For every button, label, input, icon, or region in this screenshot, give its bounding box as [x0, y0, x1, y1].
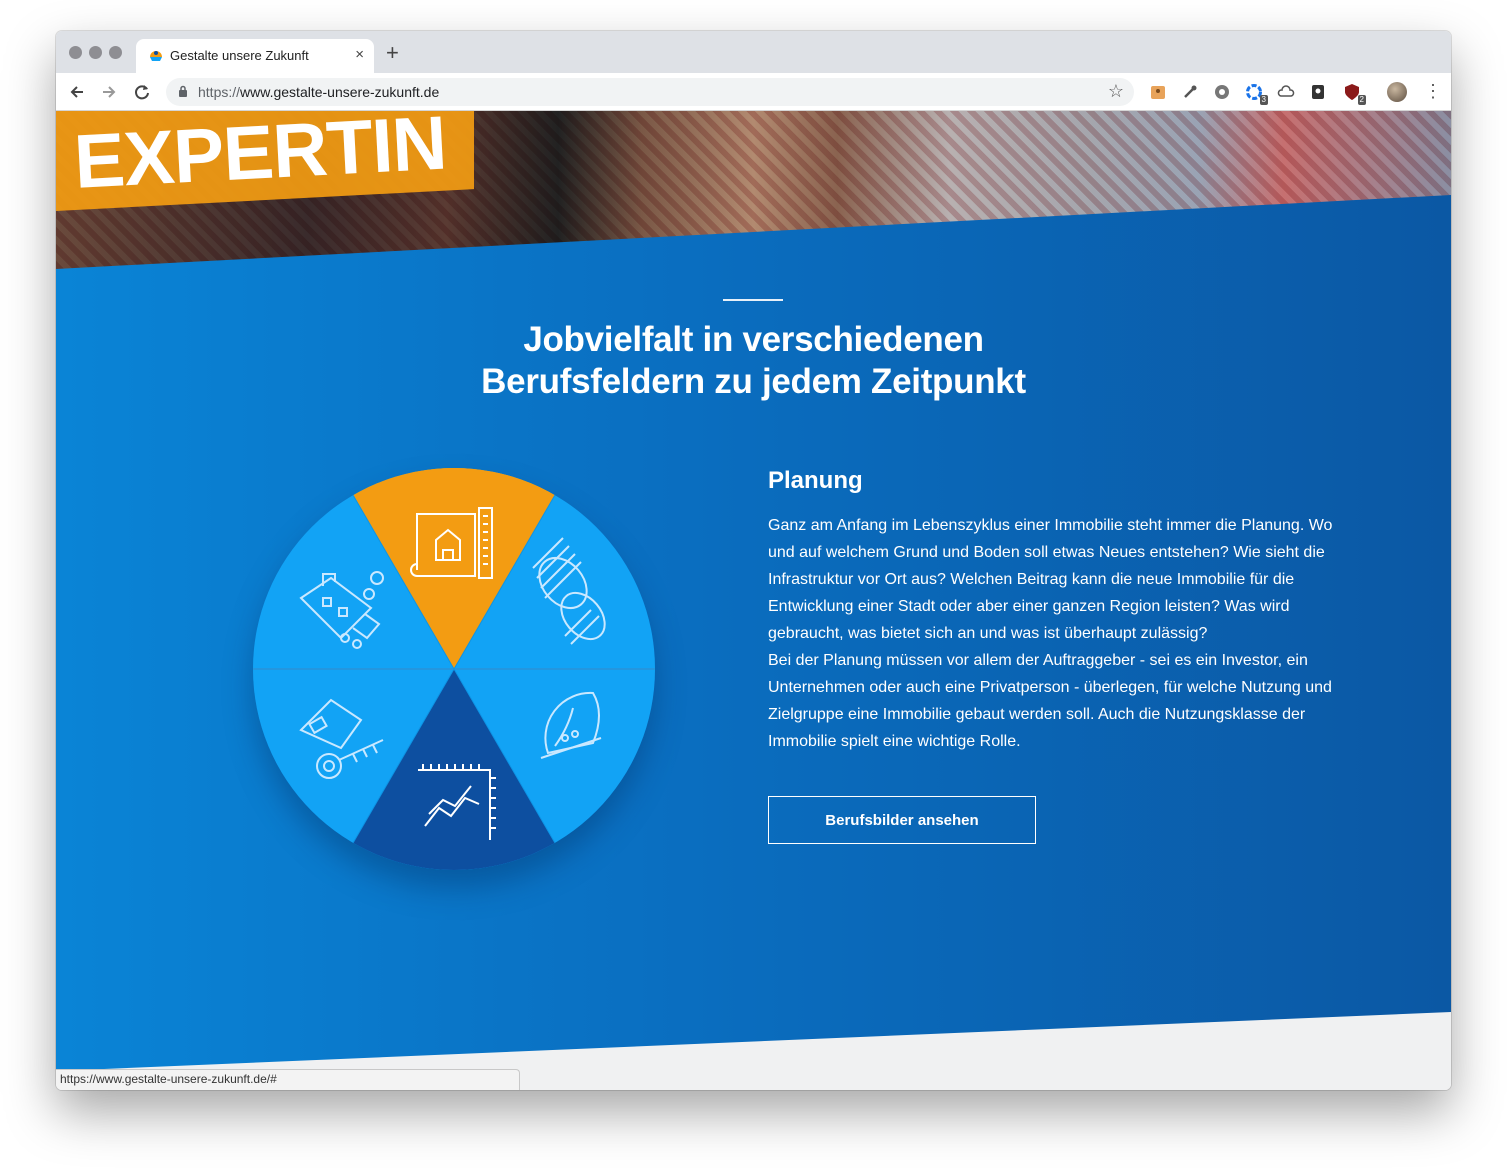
arrow-left-icon	[70, 86, 83, 98]
back-button[interactable]	[66, 81, 88, 103]
status-bar-url: https://www.gestalte-unsere-zukunft.de/#	[56, 1069, 520, 1090]
url-text: https://www.gestalte-unsere-zukunft.de	[198, 84, 439, 100]
extension-puzzle-icon[interactable]	[1148, 82, 1168, 102]
section-headline-line1: Jobvielfalt in verschiedenen	[523, 320, 984, 359]
site-favicon-icon	[150, 51, 162, 61]
new-tab-button[interactable]: +	[386, 42, 399, 64]
tab-strip: Gestalte unsere Zukunft × +	[56, 31, 1451, 73]
berufsbilder-button[interactable]: Berufsbilder ansehen	[768, 796, 1036, 844]
description-paragraph2: Bei der Planung müssen vor allem der Auf…	[768, 652, 1332, 750]
browser-toolbar: https://www.gestalte-unsere-zukunft.de ☆…	[56, 73, 1451, 111]
password-manager-icon[interactable]	[1308, 82, 1328, 102]
forward-button[interactable]	[98, 81, 120, 103]
tab-close-icon[interactable]: ×	[355, 46, 364, 63]
maximize-window-button[interactable]	[109, 46, 122, 59]
tab-title: Gestalte unsere Zukunft	[170, 48, 309, 63]
browser-window: Gestalte unsere Zukunft × + https://www.…	[56, 31, 1451, 1090]
settings-gear-icon[interactable]	[1212, 82, 1232, 102]
sync-extension-icon[interactable]: 3	[1244, 82, 1268, 105]
tab-active[interactable]: Gestalte unsere Zukunft ×	[136, 39, 374, 73]
heading-divider	[723, 299, 783, 301]
reload-icon	[135, 85, 149, 100]
active-field-title: Planung	[768, 467, 863, 494]
browser-menu-icon[interactable]: ⋮	[1424, 80, 1442, 102]
section-headline: Jobvielfalt in verschiedenen Berufsfelde…	[426, 319, 1081, 403]
minimize-window-button[interactable]	[89, 46, 102, 59]
shield-extension-icon[interactable]: 2	[1342, 82, 1366, 105]
page-viewport: EXPERTIN Jobvielfalt in verschiedenen Be…	[56, 111, 1451, 1090]
description-paragraph1: Ganz am Anfang im Lebenszyklus einer Imm…	[768, 517, 1333, 642]
url-host: www.gestalte-unsere-zukunft.de	[240, 84, 440, 100]
eyedropper-icon[interactable]	[1180, 82, 1200, 102]
extension-badge-count: 3	[1259, 95, 1268, 105]
arrow-right-icon	[103, 86, 116, 98]
section-headline-line2: Berufsfeldern zu jedem Zeitpunkt	[481, 362, 1026, 401]
url-scheme: https://	[198, 84, 241, 100]
bookmark-star-icon[interactable]: ☆	[1108, 81, 1124, 102]
cloud-icon[interactable]	[1276, 82, 1296, 102]
reload-button[interactable]	[131, 81, 153, 103]
address-bar[interactable]: https://www.gestalte-unsere-zukunft.de ☆	[166, 78, 1134, 106]
career-field-wheel	[253, 468, 655, 870]
active-field-description: Ganz am Anfang im Lebenszyklus einer Imm…	[768, 512, 1338, 755]
close-window-button[interactable]	[69, 46, 82, 59]
lock-icon	[179, 85, 187, 97]
extension-badge-count: 2	[1357, 95, 1366, 105]
profile-avatar[interactable]	[1387, 82, 1407, 102]
